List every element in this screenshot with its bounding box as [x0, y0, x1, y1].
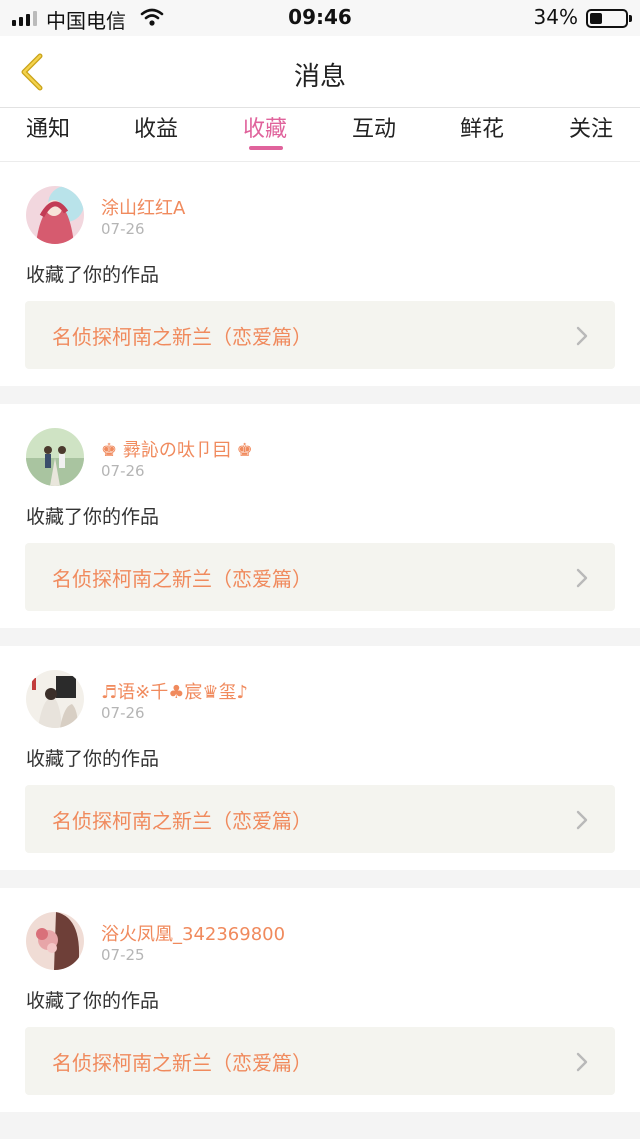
- tab-follows[interactable]: 关注: [537, 108, 640, 162]
- chevron-right-icon: [576, 568, 588, 588]
- battery-icon: [586, 9, 632, 28]
- work-title: 名侦探柯南之新兰（恋爱篇）: [52, 809, 312, 833]
- timestamp: 07-25: [101, 946, 145, 964]
- notification-list: 涂山红红A 07-26 收藏了你的作品 名侦探柯南之新兰（恋爱篇） ♚ 彛訫の呔…: [0, 162, 640, 1130]
- work-link[interactable]: 名侦探柯南之新兰（恋爱篇）: [25, 785, 615, 853]
- work-title: 名侦探柯南之新兰（恋爱篇）: [52, 567, 312, 591]
- action-text: 收藏了你的作品: [26, 506, 160, 528]
- navigation-bar: 消息: [0, 36, 640, 108]
- avatar[interactable]: [26, 186, 84, 244]
- work-link[interactable]: 名侦探柯南之新兰（恋爱篇）: [25, 301, 615, 369]
- battery-percentage: 34%: [533, 5, 578, 29]
- timestamp: 07-26: [101, 704, 145, 722]
- tab-interactions[interactable]: 互动: [320, 108, 428, 162]
- battery-level: [590, 13, 602, 24]
- work-link[interactable]: 名侦探柯南之新兰（恋爱篇）: [25, 1027, 615, 1095]
- list-item: ♬语※千♣宸♛玺♪ 07-26 收藏了你的作品 名侦探柯南之新兰（恋爱篇）: [0, 646, 640, 870]
- chevron-right-icon: [576, 810, 588, 830]
- work-title: 名侦探柯南之新兰（恋爱篇）: [52, 325, 312, 349]
- tab-bar: 通知 收益 收藏 互动 鲜花 关注: [0, 108, 640, 162]
- chevron-right-icon: [576, 326, 588, 346]
- action-text: 收藏了你的作品: [26, 264, 160, 286]
- status-bar: 中国电信 09:46 34%: [0, 0, 640, 36]
- work-link[interactable]: 名侦探柯南之新兰（恋爱篇）: [25, 543, 615, 611]
- page-title: 消息: [293, 62, 346, 92]
- tab-earnings[interactable]: 收益: [102, 108, 210, 162]
- avatar[interactable]: [26, 428, 84, 486]
- tab-favorites[interactable]: 收藏: [211, 108, 319, 162]
- active-tab-indicator: [249, 146, 283, 150]
- list-item: 涂山红红A 07-26 收藏了你的作品 名侦探柯南之新兰（恋爱篇）: [0, 162, 640, 386]
- action-text: 收藏了你的作品: [26, 748, 160, 770]
- timestamp: 07-26: [101, 462, 145, 480]
- tab-flowers[interactable]: 鲜花: [428, 108, 536, 162]
- username[interactable]: ♬语※千♣宸♛玺♪: [101, 678, 248, 704]
- chevron-right-icon: [576, 1052, 588, 1072]
- tab-notifications[interactable]: 通知: [0, 108, 102, 162]
- timestamp: 07-26: [101, 220, 145, 238]
- username[interactable]: ♚ 彛訫の呔卩囙 ♚: [101, 436, 253, 462]
- work-title: 名侦探柯南之新兰（恋爱篇）: [52, 1051, 312, 1075]
- username[interactable]: 浴火凤凰_342369800: [101, 920, 285, 946]
- list-item: 浴火凤凰_342369800 07-25 收藏了你的作品 名侦探柯南之新兰（恋爱…: [0, 888, 640, 1112]
- avatar[interactable]: [26, 670, 84, 728]
- list-item: ♚ 彛訫の呔卩囙 ♚ 07-26 收藏了你的作品 名侦探柯南之新兰（恋爱篇）: [0, 404, 640, 628]
- action-text: 收藏了你的作品: [26, 990, 160, 1012]
- username[interactable]: 涂山红红A: [101, 194, 185, 220]
- avatar[interactable]: [26, 912, 84, 970]
